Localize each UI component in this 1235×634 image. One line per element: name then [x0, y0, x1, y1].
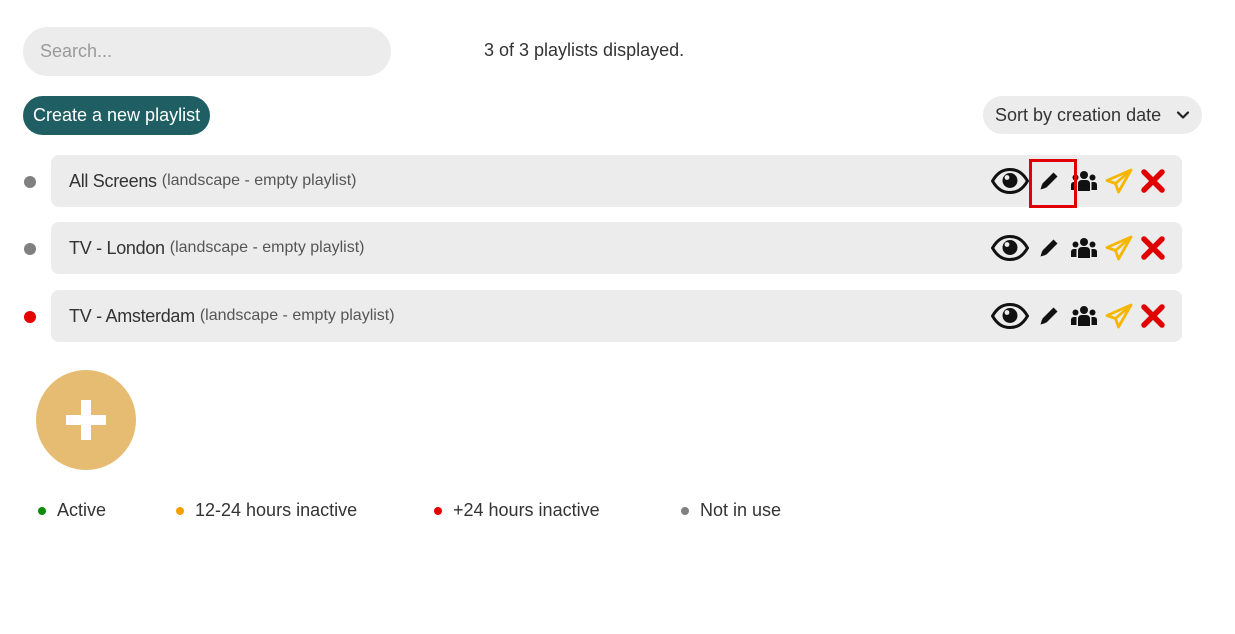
legend-item-12-24-hours: 12-24 hours inactive	[176, 500, 434, 521]
playlist-details: (landscape - empty playlist)	[169, 239, 365, 256]
row-actions	[990, 155, 1168, 207]
row-actions	[990, 222, 1168, 274]
people-icon[interactable]	[1068, 232, 1100, 264]
close-icon[interactable]	[1138, 232, 1168, 264]
chevron-down-icon	[1176, 111, 1190, 119]
send-icon[interactable]	[1102, 165, 1136, 197]
eye-icon[interactable]	[990, 165, 1030, 197]
sort-dropdown[interactable]: Sort by creation date	[983, 96, 1202, 134]
status-dot	[24, 311, 36, 323]
playlist-name: TV - Amsterdam	[69, 305, 195, 326]
pencil-icon[interactable]	[1032, 232, 1066, 264]
sort-selected-label: Sort by creation date	[995, 104, 1162, 125]
legend-dot	[38, 506, 46, 515]
playlist-details: (landscape - empty playlist)	[161, 172, 357, 189]
send-icon[interactable]	[1102, 300, 1136, 332]
row-actions	[990, 290, 1168, 342]
people-icon[interactable]	[1068, 165, 1100, 197]
legend-label: 12-24 hours inactive	[195, 500, 358, 520]
close-icon[interactable]	[1138, 165, 1168, 197]
playlist-row[interactable]: TV - London (landscape - empty playlist)	[51, 222, 1182, 274]
plus-icon	[66, 400, 106, 440]
legend-item-active: Active	[38, 500, 176, 521]
legend-dot	[176, 506, 184, 515]
send-icon[interactable]	[1102, 232, 1136, 264]
eye-icon[interactable]	[990, 232, 1030, 264]
status-legend: Active 12-24 hours inactive +24 hours in…	[38, 500, 781, 521]
status-dot	[24, 243, 36, 255]
legend-item-24-hours: +24 hours inactive	[434, 500, 681, 521]
status-dot	[24, 176, 36, 188]
playlist-row[interactable]: All Screens (landscape - empty playlist)	[51, 155, 1182, 207]
playlist-name: TV - London	[69, 237, 165, 258]
add-playlist-button[interactable]	[36, 370, 136, 470]
legend-label: Not in use	[700, 500, 782, 520]
people-icon[interactable]	[1068, 300, 1100, 332]
create-playlist-button[interactable]: Create a new playlist	[23, 96, 211, 135]
close-icon[interactable]	[1138, 300, 1168, 332]
playlist-details: (landscape - empty playlist)	[199, 307, 395, 324]
legend-dot	[434, 506, 442, 515]
pencil-icon[interactable]	[1032, 300, 1066, 332]
search-input[interactable]	[23, 27, 391, 76]
pencil-icon[interactable]	[1032, 165, 1066, 197]
legend-label: Active	[57, 500, 107, 520]
playlist-row[interactable]: TV - Amsterdam (landscape - empty playli…	[51, 290, 1182, 342]
playlist-name: All Screens	[69, 170, 157, 191]
legend-label: +24 hours inactive	[453, 500, 600, 520]
eye-icon[interactable]	[990, 300, 1030, 332]
legend-item-not-in-use: Not in use	[681, 500, 781, 521]
playlist-count-text: 3 of 3 playlists displayed.	[484, 40, 685, 60]
legend-dot	[681, 506, 689, 515]
